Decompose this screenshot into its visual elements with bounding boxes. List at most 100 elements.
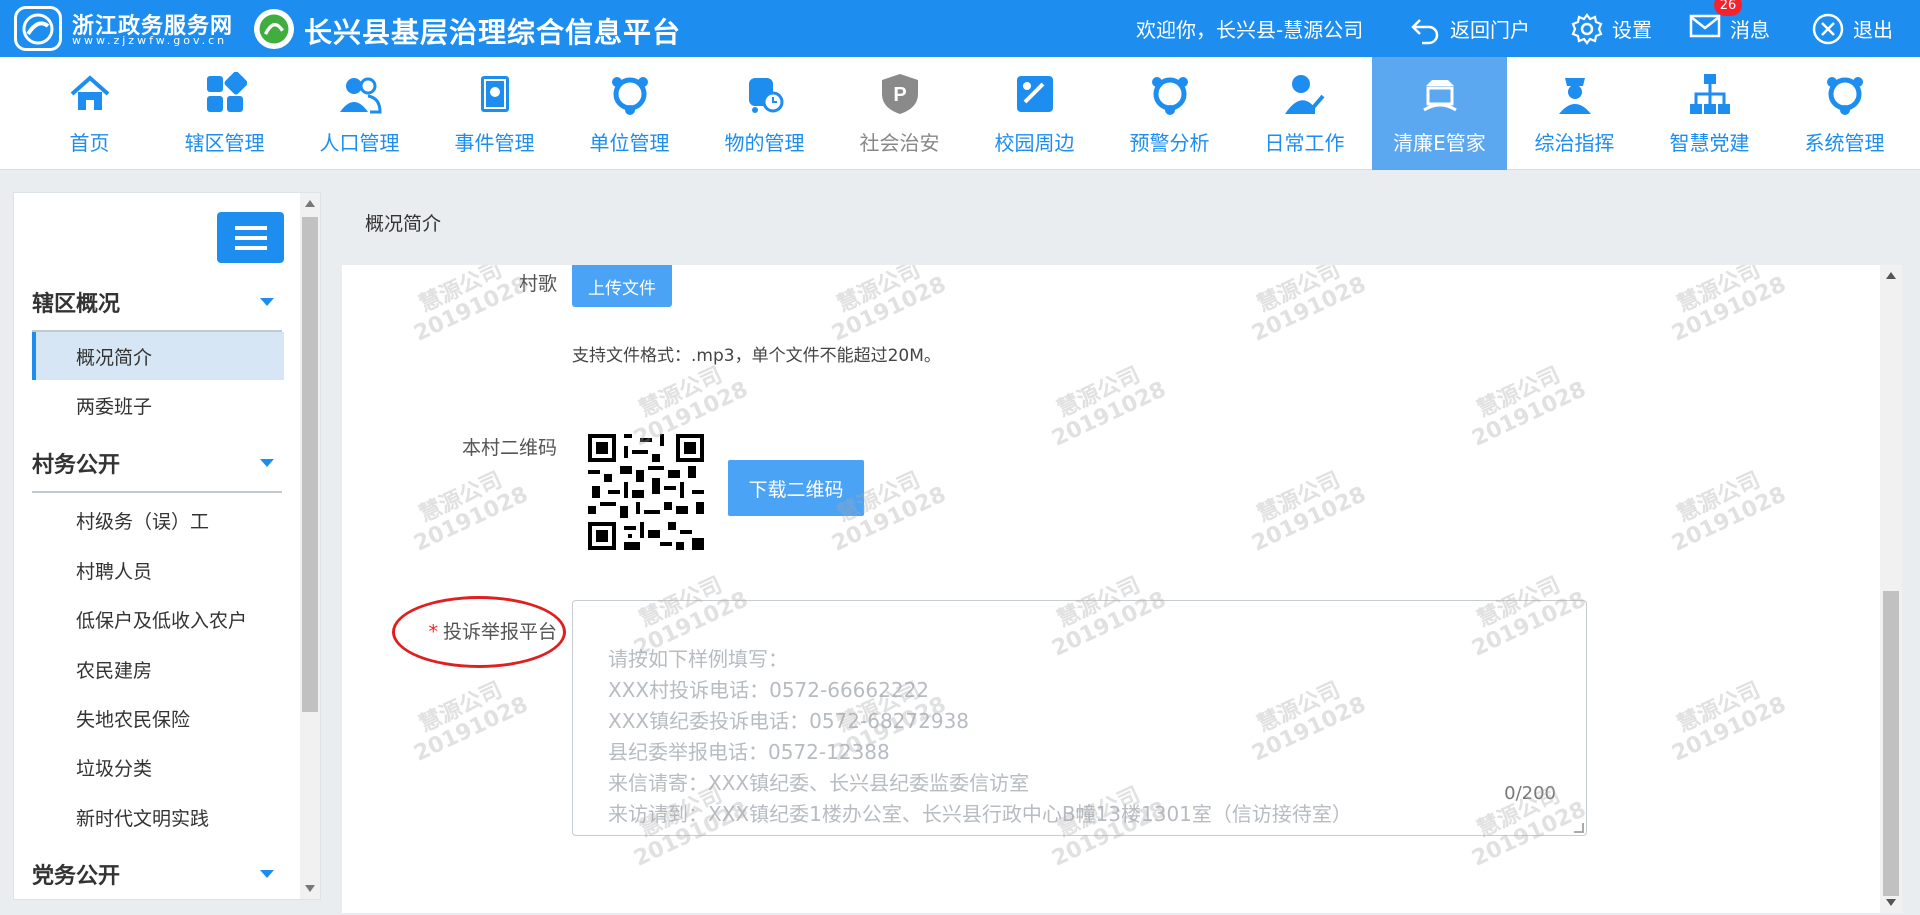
nav-label: 人口管理 (319, 131, 400, 155)
complaint-placeholder: 请按如下样例填写： XXX村投诉电话：0572-66662222 XXX镇纪委投… (608, 647, 1352, 826)
watermark: 慧源公司20191028 (1668, 265, 1790, 347)
nav-item-campus[interactable]: 校园周边 (967, 57, 1102, 170)
nav-item-clean-manager[interactable]: 清廉E管家 (1372, 57, 1507, 170)
nav-item-jurisdiction[interactable]: 辖区管理 (157, 57, 292, 170)
portal-url: www.zjzwfw.gov.cn (72, 34, 228, 47)
campus-icon (1012, 71, 1058, 117)
complaint-textarea[interactable]: 请按如下样例填写： XXX村投诉电话：0572-66662222 XXX镇纪委投… (572, 600, 1587, 836)
qr-code (588, 434, 704, 550)
sidebar-item-low-income[interactable]: 低保户及低收入农户 (32, 595, 284, 643)
nav-label: 综治指挥 (1534, 131, 1615, 155)
sidebar-group-party-affairs[interactable]: 党务公开 (32, 849, 282, 899)
settings-button[interactable]: 设置 (1570, 0, 1652, 57)
download-qr-button[interactable]: 下载二维码 (728, 460, 864, 516)
scroll-up-arrow-icon[interactable] (1886, 272, 1896, 279)
org-chart-icon (1687, 71, 1733, 117)
scroll-down-arrow-icon[interactable] (305, 885, 315, 892)
watermark: 慧源公司20191028 (1668, 677, 1790, 767)
watermark: 慧源公司20191028 (828, 265, 950, 347)
divider (32, 491, 282, 493)
nav-label: 事件管理 (454, 131, 535, 155)
gear-icon (1571, 12, 1603, 45)
nav-label: 首页 (69, 131, 110, 155)
nav-item-system[interactable]: 系统管理 (1777, 57, 1912, 170)
content-panel: 村歌 上传文件 支持文件格式：.mp3，单个文件不能超过20M。 本村二维码 下… (342, 265, 1885, 913)
sidebar-item-overview[interactable]: 概况简介 (32, 332, 284, 380)
nav-label: 辖区管理 (184, 131, 265, 155)
scroll-up-arrow-icon[interactable] (305, 200, 315, 207)
messages-button[interactable]: 26 消息 (1688, 0, 1770, 57)
caret-down-icon (260, 459, 274, 467)
zjzwfw-logo-icon[interactable] (14, 6, 62, 51)
sidebar: 辖区概况 概况简介 两委班子 村务公开 村级务（误）工 村聘人员 低保户及低收入… (13, 192, 321, 900)
sidebar-scrollbar[interactable] (300, 193, 320, 899)
sidebar-item-hired-staff[interactable]: 村聘人员 (32, 546, 284, 594)
scrollbar-thumb[interactable] (1883, 591, 1899, 896)
upload-file-button[interactable]: 上传文件 (572, 265, 672, 307)
close-circle-icon (1812, 13, 1844, 44)
svg-text:P: P (893, 84, 906, 106)
char-counter: 0/200 (1504, 783, 1556, 804)
resize-handle[interactable] (1574, 823, 1584, 833)
nav-item-daily-work[interactable]: 日常工作 (1237, 57, 1372, 170)
nav-item-command[interactable]: 综治指挥 (1507, 57, 1642, 170)
building-icon (1417, 71, 1463, 117)
people-icon (337, 71, 383, 117)
network-icon (1822, 71, 1868, 117)
nav-label: 单位管理 (589, 131, 670, 155)
sidebar-item-land-insurance[interactable]: 失地农民保险 (32, 694, 284, 742)
sidebar-item-village-work[interactable]: 村级务（误）工 (32, 496, 284, 544)
sidebar-group-title: 村务公开 (32, 453, 121, 478)
officer-icon (1552, 71, 1598, 117)
platform-title: 长兴县基层治理综合信息平台 (304, 16, 682, 49)
caret-down-icon (260, 298, 274, 306)
nav-label: 智慧党建 (1669, 131, 1750, 155)
sidebar-group-village-affairs[interactable]: 村务公开 (32, 438, 282, 488)
home-icon (67, 71, 113, 117)
watermark: 慧源公司20191028 (1248, 265, 1370, 347)
watermark: 慧源公司20191028 (1468, 362, 1590, 452)
logout-button[interactable]: 退出 (1811, 0, 1893, 57)
settings-label: 设置 (1612, 18, 1652, 42)
nav-label: 日常工作 (1264, 131, 1345, 155)
envelope-icon (1689, 14, 1721, 38)
sidebar-item-civilization[interactable]: 新时代文明实践 (32, 793, 284, 841)
welcome-text: 欢迎你，长兴县-慧源公司 (1136, 18, 1364, 42)
messages-label: 消息 (1730, 18, 1770, 42)
watermark: 慧源公司20191028 (410, 677, 532, 767)
nav-label: 物的管理 (724, 131, 805, 155)
user-edit-icon (1282, 71, 1328, 117)
return-portal-button[interactable]: 返回门户 (1408, 0, 1530, 57)
scrollbar-thumb[interactable] (302, 217, 318, 712)
breadcrumb: 概况简介 (365, 213, 442, 235)
return-arrow-icon (1411, 18, 1439, 44)
sidebar-item-garbage[interactable]: 垃圾分类 (32, 743, 284, 791)
hamburger-icon (234, 225, 267, 250)
nav-label: 社会治安 (859, 131, 940, 155)
nav-item-units[interactable]: 单位管理 (562, 57, 697, 170)
nav-item-home[interactable]: 首页 (22, 57, 157, 170)
truck-icon (742, 71, 788, 117)
platform-logo-icon (254, 9, 294, 49)
nav-item-events[interactable]: 事件管理 (427, 57, 562, 170)
nav-label: 校园周边 (994, 131, 1075, 155)
messages-badge: 26 (1714, 0, 1742, 16)
scroll-down-arrow-icon[interactable] (1886, 899, 1896, 906)
nav-item-things[interactable]: 物的管理 (697, 57, 832, 170)
caret-down-icon (260, 870, 274, 878)
nav-item-party[interactable]: 智慧党建 (1642, 57, 1777, 170)
nav-label: 系统管理 (1804, 131, 1885, 155)
content-scrollbar[interactable] (1880, 265, 1902, 913)
sidebar-item-two-committees[interactable]: 两委班子 (32, 381, 284, 429)
sidebar-item-housing[interactable]: 农民建房 (32, 645, 284, 693)
sidebar-group-jurisdiction[interactable]: 辖区概况 (32, 277, 282, 327)
nav-item-warning[interactable]: 预警分析 (1102, 57, 1237, 170)
nav-label: 预警分析 (1129, 131, 1210, 155)
qr-label: 本村二维码 (461, 437, 557, 459)
watermark: 慧源公司20191028 (1048, 362, 1170, 452)
song-label: 村歌 (518, 273, 557, 295)
nav-item-population[interactable]: 人口管理 (292, 57, 427, 170)
menu-toggle-button[interactable] (217, 212, 284, 263)
main-nav: 首页 辖区管理 人口管理 事件管理 单位管理 物的管理 P 社会治安 校园周边 … (0, 57, 1920, 170)
nav-item-security[interactable]: P 社会治安 (832, 57, 967, 170)
